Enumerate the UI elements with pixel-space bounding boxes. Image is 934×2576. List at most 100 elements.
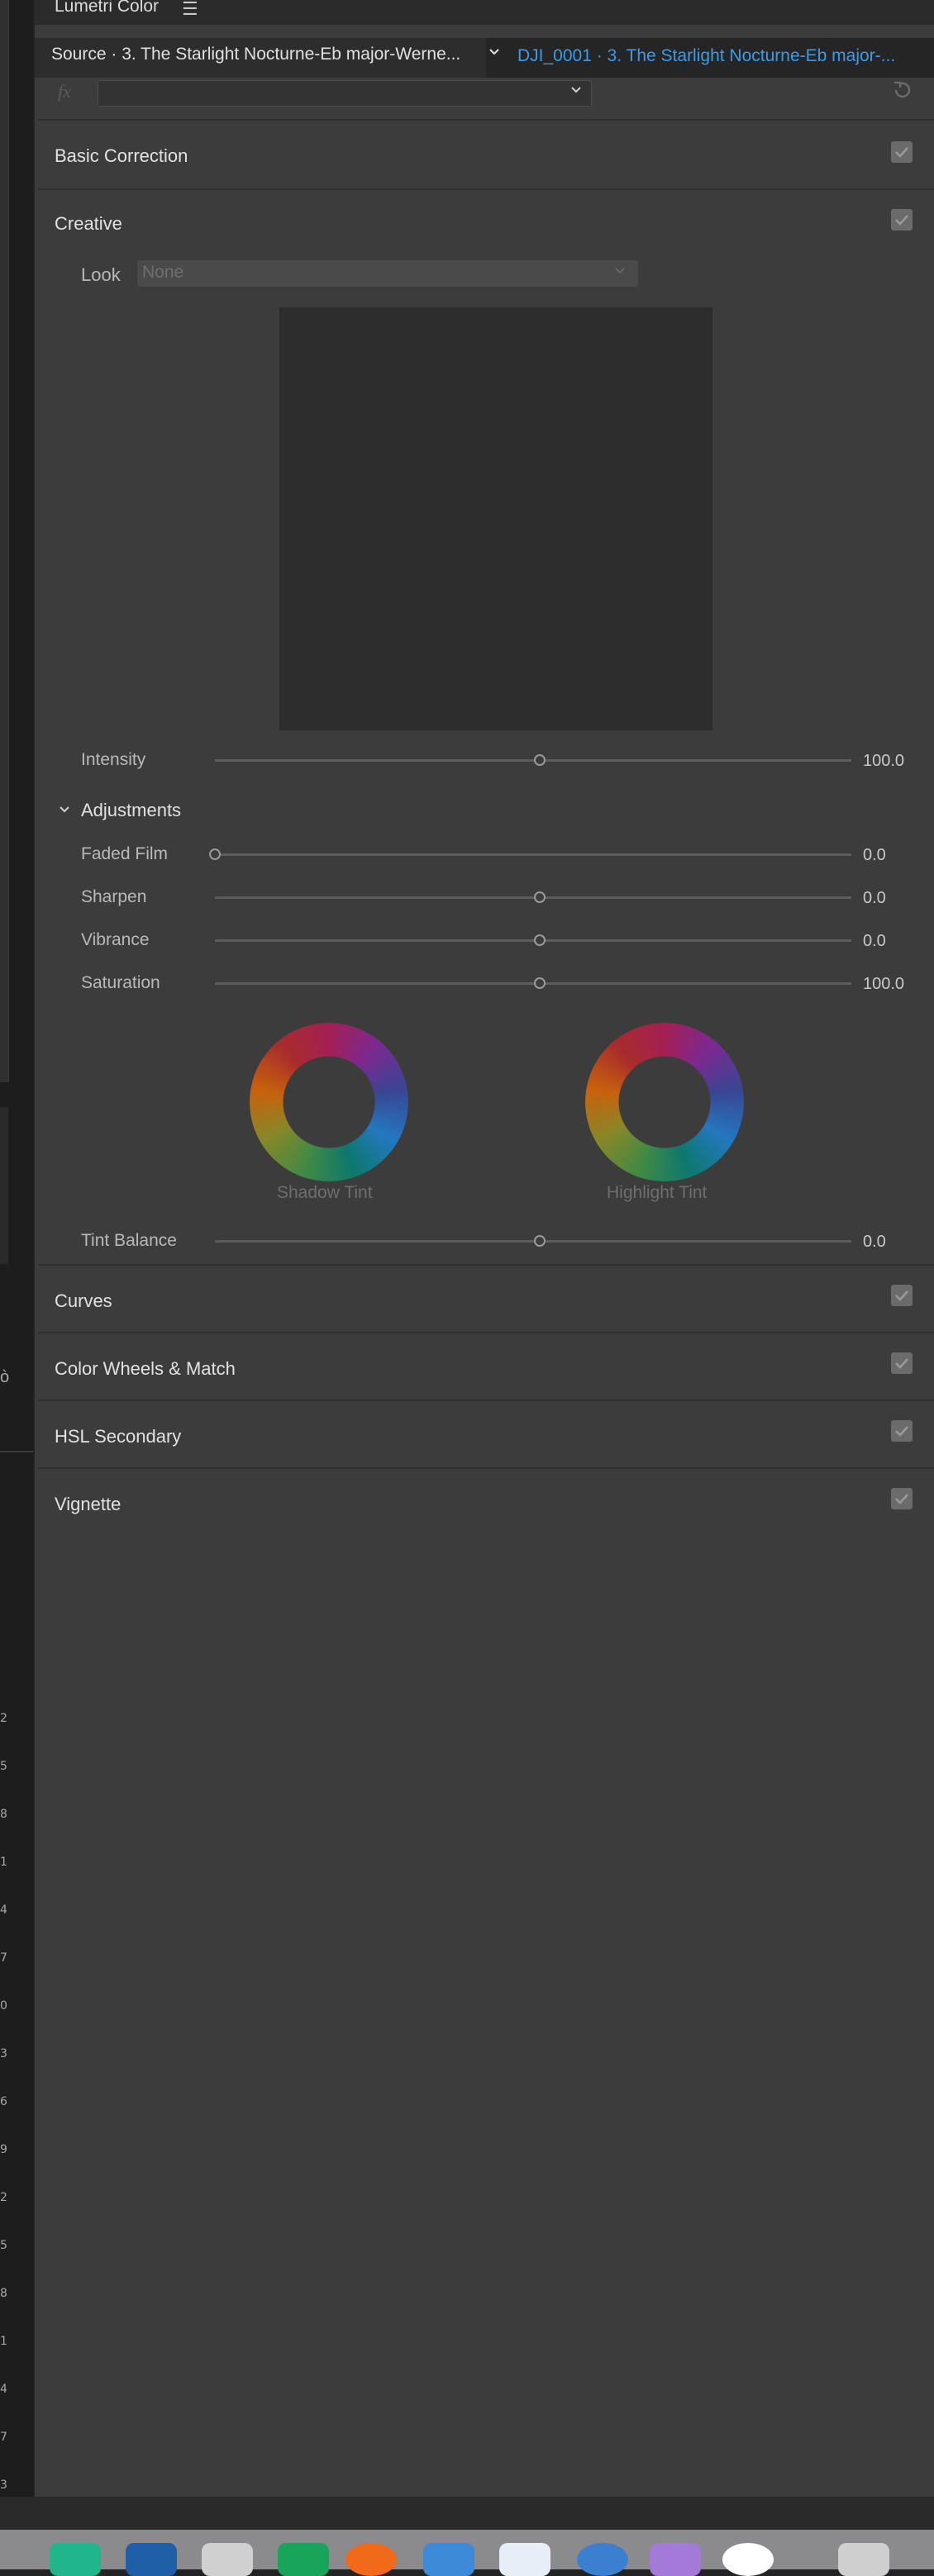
left-number: 7 [0, 1951, 7, 1965]
color-wheels-checkbox[interactable] [891, 1352, 913, 1374]
section-hsl-secondary[interactable]: HSL Secondary [55, 1426, 181, 1447]
intensity-label: Intensity [81, 750, 146, 769]
shadow-tint-label: Shadow Tint [277, 1183, 373, 1202]
left-panel-scrollbar[interactable] [0, 0, 9, 1082]
chevron-down-icon [613, 264, 627, 282]
checkmark-icon [895, 215, 908, 226]
left-panel-divider [0, 1451, 33, 1452]
left-number: 6 [0, 2095, 7, 2108]
section-divider [38, 1467, 934, 1469]
look-select[interactable] [137, 260, 638, 287]
sequence-clip-label[interactable]: DJI_0001 · 3. The Starlight Nocturne-Eb … [517, 46, 931, 66]
left-number: 8 [0, 2287, 7, 2300]
left-number: 4 [0, 1903, 7, 1917]
reset-icon[interactable] [891, 79, 913, 107]
checkmark-icon [895, 1426, 908, 1437]
app-icon[interactable] [50, 2543, 101, 2576]
panel-title: Lumetri Color [55, 0, 160, 16]
faded-film-slider[interactable] [209, 848, 851, 860]
slider-thumb[interactable] [209, 848, 221, 860]
fx-icon: fx [58, 81, 71, 102]
section-vignette[interactable]: Vignette [55, 1494, 121, 1515]
left-number: 5 [0, 2239, 7, 2252]
left-panel-glyph: ò [0, 1368, 10, 1386]
vignette-checkbox[interactable] [891, 1488, 913, 1509]
section-divider [38, 1332, 934, 1333]
status-bar [0, 2497, 934, 2530]
saturation-value[interactable]: 100.0 [863, 975, 904, 994]
saturation-label: Saturation [81, 973, 160, 992]
panel-header [35, 0, 934, 25]
left-number: 4 [0, 2383, 7, 2396]
left-number: 1 [0, 2335, 7, 2348]
left-number: 3 [0, 2479, 7, 2492]
intensity-slider[interactable] [215, 754, 851, 766]
trash-icon[interactable] [838, 2543, 889, 2576]
chevron-down-icon[interactable] [488, 45, 501, 64]
vibrance-slider[interactable] [215, 934, 851, 946]
slider-thumb[interactable] [533, 934, 546, 946]
section-creative[interactable]: Creative [55, 213, 122, 235]
chevron-down-icon[interactable] [58, 803, 71, 820]
app-icon[interactable] [577, 2543, 628, 2576]
chevron-down-icon [569, 83, 583, 100]
left-number: 5 [0, 1760, 7, 1773]
section-divider [38, 1400, 934, 1401]
hamburger-icon[interactable]: ☰ [182, 0, 198, 20]
slider-thumb[interactable] [533, 1235, 546, 1247]
look-preview [279, 307, 712, 730]
left-number: 8 [0, 1808, 7, 1821]
dock [0, 2530, 934, 2576]
effect-select[interactable] [98, 80, 592, 107]
look-label: Look [81, 264, 121, 285]
left-number: 2 [0, 1712, 7, 1725]
app-icon[interactable] [423, 2543, 474, 2576]
faded-film-label: Faded Film [81, 844, 169, 863]
adjustments-header[interactable]: Adjustments [81, 800, 181, 821]
creative-checkbox[interactable] [891, 209, 913, 231]
highlight-tint-wheel[interactable] [585, 1023, 744, 1181]
left-number: 3 [0, 2047, 7, 2060]
app-icon[interactable] [722, 2543, 774, 2576]
basic-correction-checkbox[interactable] [891, 141, 913, 163]
tint-balance-slider[interactable] [215, 1235, 851, 1247]
left-number: 2 [0, 2191, 7, 2204]
left-panel-strip: ò 25814703692581473 [0, 0, 33, 2497]
left-number: 0 [0, 1999, 7, 2013]
source-clip-label[interactable]: Source · 3. The Starlight Nocturne-Eb ma… [51, 45, 460, 64]
slider-thumb[interactable] [533, 754, 546, 766]
look-select-value: None [142, 263, 184, 282]
section-divider [38, 119, 934, 121]
app-icon[interactable] [650, 2543, 701, 2576]
sharpen-label: Sharpen [81, 887, 147, 906]
vibrance-value[interactable]: 0.0 [863, 932, 886, 951]
faded-film-value[interactable]: 0.0 [863, 846, 886, 865]
section-divider [38, 188, 934, 190]
section-basic-correction[interactable]: Basic Correction [55, 145, 188, 167]
tint-balance-value[interactable]: 0.0 [863, 1233, 886, 1252]
app-icon[interactable] [202, 2543, 253, 2576]
checkmark-icon [895, 147, 908, 158]
slider-thumb[interactable] [533, 977, 546, 989]
vibrance-label: Vibrance [81, 930, 150, 949]
app-icon[interactable] [278, 2543, 329, 2576]
section-divider [38, 1264, 934, 1266]
saturation-slider[interactable] [215, 977, 851, 989]
sharpen-slider[interactable] [215, 891, 851, 903]
sharpen-value[interactable]: 0.0 [863, 889, 886, 908]
slider-thumb[interactable] [533, 891, 546, 903]
app-icon[interactable] [345, 2543, 397, 2576]
left-panel-block [0, 1107, 8, 1264]
hsl-secondary-checkbox[interactable] [891, 1420, 913, 1442]
app-icon[interactable] [499, 2543, 550, 2576]
section-color-wheels[interactable]: Color Wheels & Match [55, 1358, 236, 1380]
shadow-tint-wheel[interactable] [250, 1023, 408, 1181]
intensity-value[interactable]: 100.0 [863, 752, 904, 771]
checkmark-icon [895, 1494, 908, 1504]
left-number: 1 [0, 1856, 7, 1869]
app-icon[interactable] [126, 2543, 177, 2576]
curves-checkbox[interactable] [891, 1285, 913, 1306]
left-number: 9 [0, 2143, 7, 2156]
section-curves[interactable]: Curves [55, 1290, 112, 1312]
tint-balance-label: Tint Balance [81, 1231, 177, 1250]
